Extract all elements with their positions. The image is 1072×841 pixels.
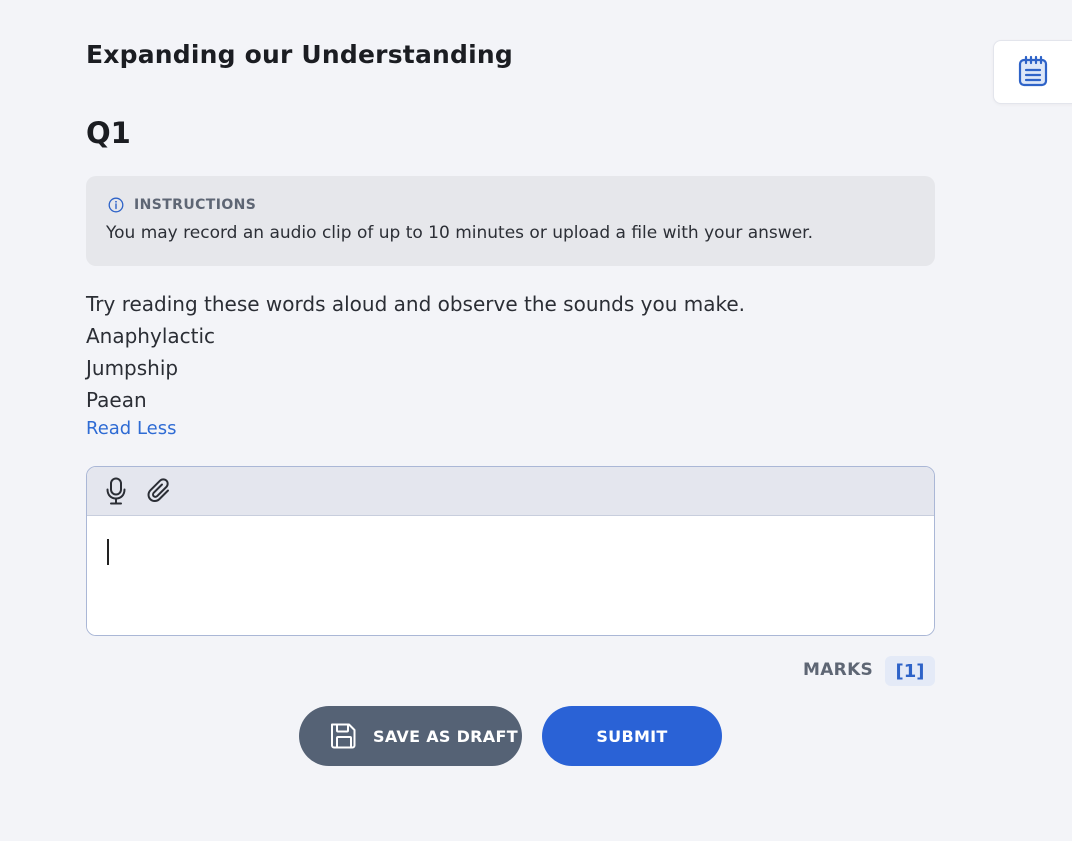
marks-label: MARKS bbox=[803, 660, 874, 680]
record-audio-button[interactable] bbox=[103, 476, 129, 506]
instructions-panel: INSTRUCTIONS You may record an audio cli… bbox=[86, 176, 935, 266]
prompt-line: Try reading these words aloud and observ… bbox=[86, 292, 746, 316]
info-icon bbox=[108, 197, 124, 213]
question-number: Q1 bbox=[86, 116, 131, 150]
notes-panel-button[interactable] bbox=[993, 40, 1072, 104]
save-as-draft-label: SAVE AS DRAFT bbox=[373, 726, 518, 746]
prompt-word: Paean bbox=[86, 388, 147, 412]
section-title: Expanding our Understanding bbox=[86, 40, 513, 69]
microphone-icon bbox=[106, 477, 126, 505]
instructions-header: INSTRUCTIONS bbox=[108, 197, 256, 213]
answer-input-box bbox=[86, 466, 935, 636]
prompt-word: Anaphylactic bbox=[86, 324, 216, 348]
save-as-draft-button[interactable]: SAVE AS DRAFT bbox=[299, 706, 522, 766]
paperclip-icon bbox=[147, 478, 169, 503]
read-less-link[interactable]: Read Less bbox=[86, 418, 177, 439]
marks-value-badge: [1] bbox=[885, 656, 935, 686]
answer-toolbar bbox=[87, 467, 934, 516]
instructions-text: You may record an audio clip of up to 10… bbox=[106, 223, 813, 243]
floppy-disk-icon bbox=[331, 723, 356, 749]
instructions-title: INSTRUCTIONS bbox=[134, 197, 257, 213]
attach-file-button[interactable] bbox=[147, 476, 173, 506]
prompt-word: Jumpship bbox=[86, 356, 179, 380]
question-page: Expanding our Understanding Q1 INSTRUCTI… bbox=[0, 0, 1072, 841]
notepad-icon bbox=[1018, 55, 1048, 87]
submit-button[interactable]: SUBMIT bbox=[542, 706, 722, 766]
question-prompt: Try reading these words aloud and observ… bbox=[86, 288, 745, 416]
answer-text-editor[interactable] bbox=[87, 516, 934, 635]
